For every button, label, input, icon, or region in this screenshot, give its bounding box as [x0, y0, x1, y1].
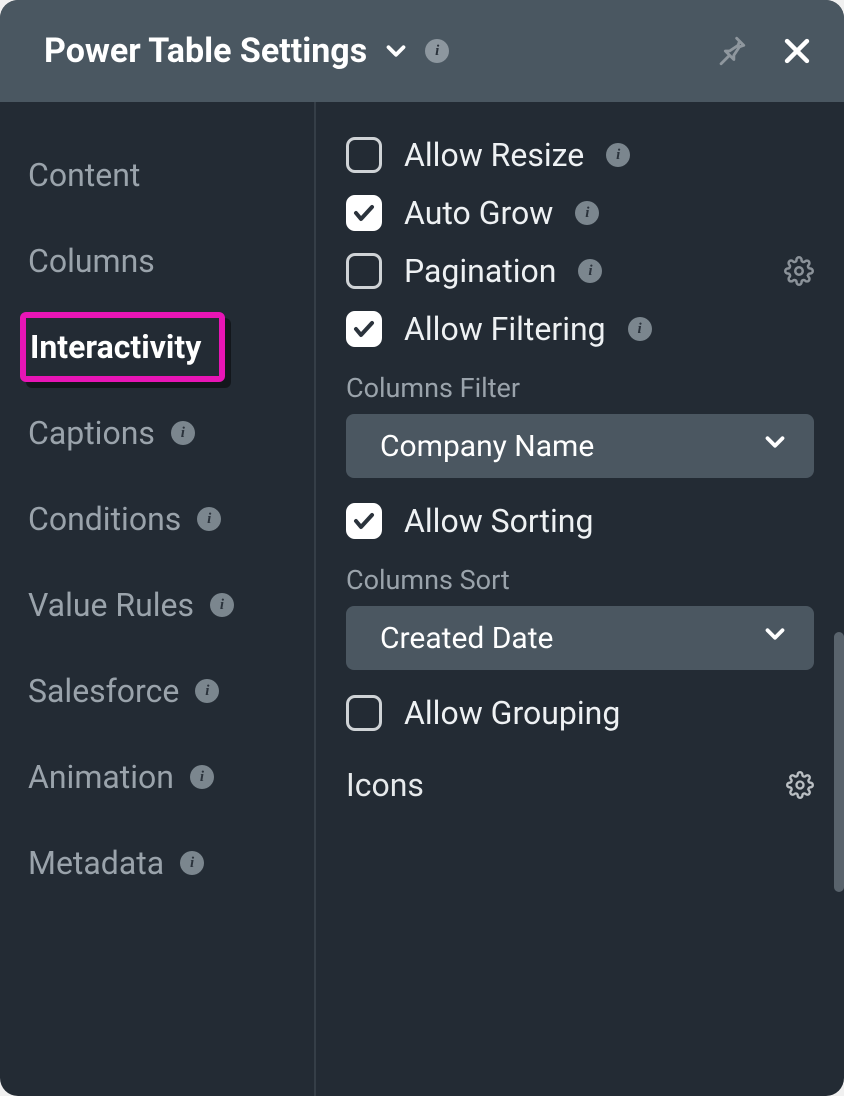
- sidebar-item-label: Metadata: [28, 844, 164, 882]
- info-icon[interactable]: i: [171, 421, 195, 445]
- title-dropdown-chevron-icon[interactable]: [381, 36, 411, 66]
- info-icon[interactable]: i: [180, 851, 204, 875]
- sidebar-item-metadata[interactable]: Metadata i: [28, 820, 314, 906]
- sidebar-item-content[interactable]: Content: [28, 132, 314, 218]
- sidebar-item-label: Content: [28, 156, 140, 194]
- sidebar-item-captions[interactable]: Captions i: [28, 390, 314, 476]
- chevron-down-icon: [760, 427, 790, 465]
- setting-label: Allow Sorting: [404, 502, 593, 540]
- info-icon[interactable]: i: [190, 765, 214, 789]
- setting-label: Allow Grouping: [404, 694, 620, 732]
- setting-label: Pagination: [404, 252, 556, 290]
- sidebar-item-label: Salesforce: [28, 672, 179, 710]
- info-icon[interactable]: i: [210, 593, 234, 617]
- info-icon[interactable]: i: [606, 143, 630, 167]
- pin-icon[interactable]: [714, 34, 748, 68]
- sidebar-item-value-rules[interactable]: Value Rules i: [28, 562, 314, 648]
- title-info-icon[interactable]: i: [425, 39, 449, 63]
- sidebar-item-label: Value Rules: [28, 586, 194, 624]
- panel-body: Content Columns Interactivity Captions i…: [0, 102, 844, 1096]
- setting-auto-grow: Auto Grow i: [346, 184, 814, 242]
- columns-filter-select[interactable]: Company Name: [346, 414, 814, 478]
- setting-label: Allow Resize: [404, 136, 584, 174]
- sidebar-item-interactivity[interactable]: Interactivity: [28, 304, 314, 390]
- info-icon[interactable]: i: [195, 679, 219, 703]
- settings-panel: Power Table Settings i Content Columns: [0, 0, 844, 1096]
- sidebar-item-label: Interactivity: [30, 328, 201, 366]
- gear-icon[interactable]: [786, 771, 814, 799]
- sidebar: Content Columns Interactivity Captions i…: [0, 102, 316, 1096]
- info-icon[interactable]: i: [197, 507, 221, 531]
- setting-allow-grouping: Allow Grouping: [346, 684, 814, 742]
- checkbox-allow-sorting[interactable]: [346, 503, 382, 539]
- sidebar-item-label: Conditions: [28, 500, 181, 538]
- select-value: Company Name: [380, 429, 594, 464]
- panel-header: Power Table Settings i: [0, 0, 844, 102]
- gear-icon[interactable]: [784, 256, 814, 286]
- columns-sort-select[interactable]: Created Date: [346, 606, 814, 670]
- setting-allow-resize: Allow Resize i: [346, 126, 814, 184]
- chevron-down-icon: [760, 619, 790, 657]
- sidebar-item-conditions[interactable]: Conditions i: [28, 476, 314, 562]
- columns-sort-label: Columns Sort: [346, 564, 814, 596]
- checkbox-pagination[interactable]: [346, 253, 382, 289]
- setting-pagination: Pagination i: [346, 242, 814, 300]
- close-icon[interactable]: [780, 34, 814, 68]
- panel-title: Power Table Settings: [44, 31, 367, 71]
- checkbox-allow-grouping[interactable]: [346, 695, 382, 731]
- info-icon[interactable]: i: [578, 259, 602, 283]
- icons-label: Icons: [346, 766, 424, 804]
- setting-label: Allow Filtering: [404, 310, 606, 348]
- checkbox-allow-filtering[interactable]: [346, 311, 382, 347]
- sidebar-item-label: Columns: [28, 242, 155, 280]
- settings-content: Allow Resize i Auto Grow i Pagination i: [316, 102, 844, 1096]
- checkbox-allow-resize[interactable]: [346, 137, 382, 173]
- setting-label: Auto Grow: [404, 194, 553, 232]
- sidebar-item-columns[interactable]: Columns: [28, 218, 314, 304]
- sidebar-item-salesforce[interactable]: Salesforce i: [28, 648, 314, 734]
- scrollbar-thumb[interactable]: [834, 632, 844, 892]
- sidebar-item-animation[interactable]: Animation i: [28, 734, 314, 820]
- active-highlight-box: Interactivity: [20, 312, 225, 382]
- checkbox-auto-grow[interactable]: [346, 195, 382, 231]
- info-icon[interactable]: i: [575, 201, 599, 225]
- columns-filter-label: Columns Filter: [346, 372, 814, 404]
- sidebar-item-label: Captions: [28, 414, 155, 452]
- info-icon[interactable]: i: [628, 317, 652, 341]
- setting-allow-sorting: Allow Sorting: [346, 492, 814, 550]
- setting-icons: Icons: [346, 742, 814, 828]
- setting-allow-filtering: Allow Filtering i: [346, 300, 814, 358]
- select-value: Created Date: [380, 621, 553, 656]
- sidebar-item-label: Animation: [28, 758, 174, 796]
